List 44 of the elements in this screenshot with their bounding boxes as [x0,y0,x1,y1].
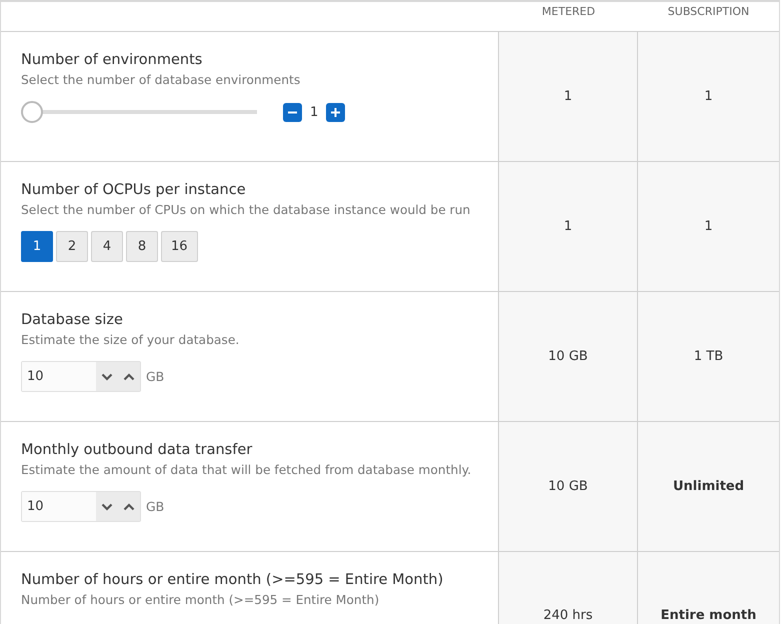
field-description: Select the number of CPUs on which the database instance would be run [21,203,472,217]
option-button[interactable]: 1 [21,231,53,262]
increment-button[interactable] [326,102,346,122]
field-title: Number of environments [21,52,204,68]
chevron-up-icon [123,372,135,380]
number-field[interactable]: 10 [21,491,141,522]
metered-value: 240 hrs [543,608,593,623]
unit-label: GB [146,499,164,514]
chevron-down-icon [101,372,113,380]
field-title: Monthly outbound data transfer [21,442,254,458]
field-title: Number of hours or entire month (>=595 = Entire Month) [21,572,444,588]
option-button[interactable]: 16 [161,231,198,262]
option-button[interactable]: 8 [126,231,158,262]
decrease-button[interactable] [96,492,118,521]
subscription-value: 1 TB [694,349,724,364]
metered-value: 1 [564,219,572,234]
field-title: Number of OCPUs per instance [21,182,247,198]
chevron-down-icon [101,502,113,510]
increase-button[interactable] [118,362,140,391]
increase-button[interactable] [118,492,140,521]
column-header: METERED [542,5,596,18]
decrease-button[interactable] [96,362,118,391]
subscription-value: Unlimited [672,479,744,494]
environment-count: 1 [310,104,318,120]
metered-value: 1 [564,89,572,104]
number-field[interactable]: 10 [21,361,141,392]
metered-value: 10 GB [548,349,588,364]
subscription-value: Entire month [660,608,756,623]
subscription-value: 1 [704,219,713,234]
column-header: SUBSCRIPTION [668,5,750,18]
slider-thumb[interactable] [21,101,43,123]
subscription-value: 1 [704,89,713,104]
plus-icon [330,106,342,118]
field-description: Select the number of database environments [21,73,302,87]
field-description: Number of hours or entire month (>=595 = Entire Month) [21,593,380,607]
field-title: Database size [21,312,124,328]
field-description: Estimate the size of your database. [21,333,240,347]
unit-label: GB [146,369,164,384]
chevron-up-icon [123,502,135,510]
option-button[interactable]: 2 [56,231,88,262]
field-description: Estimate the amount of data that will be fetched from database monthly. [21,463,472,477]
metered-value: 10 GB [548,479,588,494]
option-button[interactable]: 4 [91,231,123,262]
decrement-button[interactable] [283,102,302,122]
